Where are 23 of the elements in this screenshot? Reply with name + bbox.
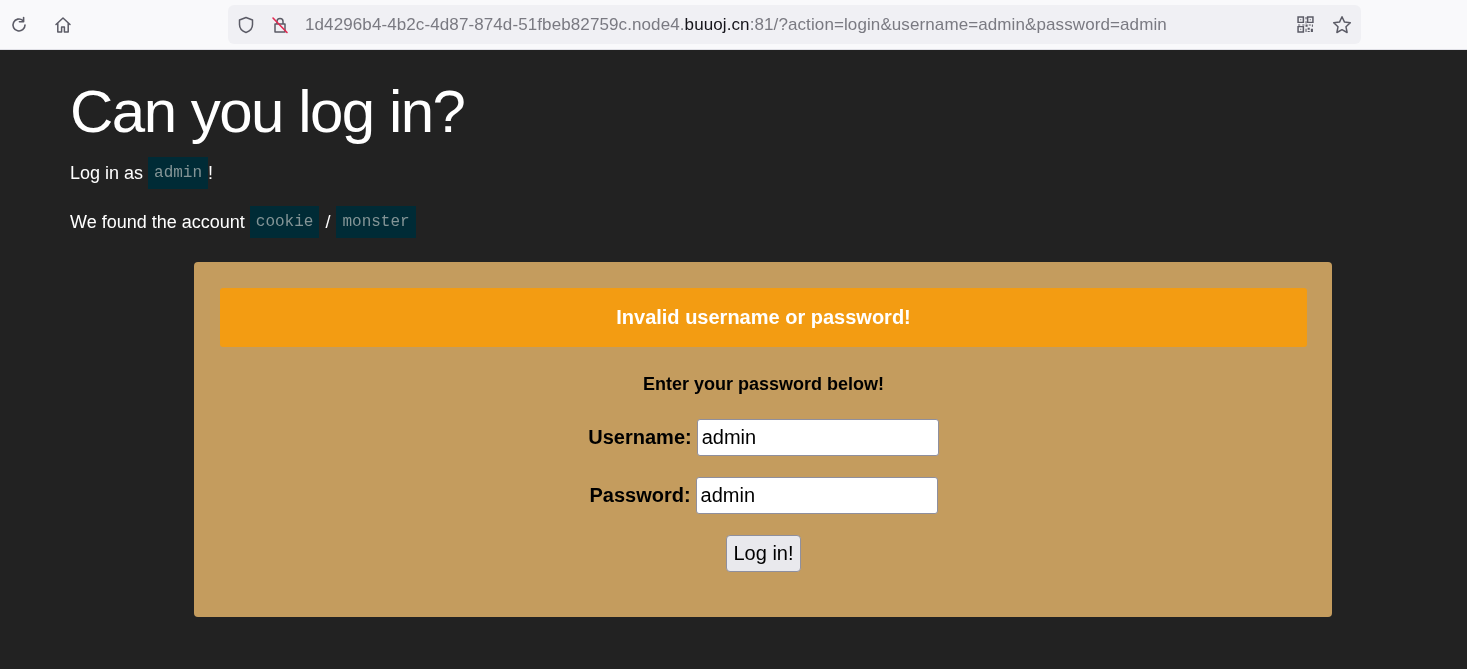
home-icon[interactable]	[54, 15, 72, 34]
crossed-lock-icon[interactable]	[271, 15, 289, 34]
login-button[interactable]: Log in!	[726, 535, 801, 572]
page-title: Can you log in?	[70, 77, 465, 147]
qr-code-icon[interactable]	[1297, 16, 1314, 33]
code-snippet: monster	[336, 206, 416, 238]
address-bar[interactable]: 1d4296b4-4b2c-4d87-874d-51fbeb82759c.node4.buuoj.cn:81/?action=login&username=admin&password=admin	[228, 5, 1361, 44]
input-field[interactable]: admin	[696, 419, 939, 456]
hint-text: Log in as	[70, 162, 144, 184]
code-snippet: admin	[148, 157, 209, 189]
separator-text: /	[325, 211, 331, 233]
field-label: Username:	[588, 426, 692, 449]
input-field[interactable]: admin	[695, 477, 938, 514]
star-icon[interactable]	[1332, 14, 1352, 35]
error-alert: Invalid username or password!	[220, 288, 1307, 347]
field-label: Password:	[589, 484, 691, 507]
code-snippet: cookie	[249, 206, 320, 238]
url-text[interactable]: 1d4296b4-4b2c-4d87-874d-51fbeb82759c.node4.buuoj.cn:81/?action=login&username=admin&password=admin	[305, 14, 1167, 35]
hint-text: We found the account	[70, 211, 245, 233]
form-heading: Enter your password below!	[642, 373, 884, 395]
shield-icon[interactable]	[237, 15, 255, 34]
exclamation-text: !	[208, 162, 214, 184]
reload-icon[interactable]	[10, 15, 28, 34]
